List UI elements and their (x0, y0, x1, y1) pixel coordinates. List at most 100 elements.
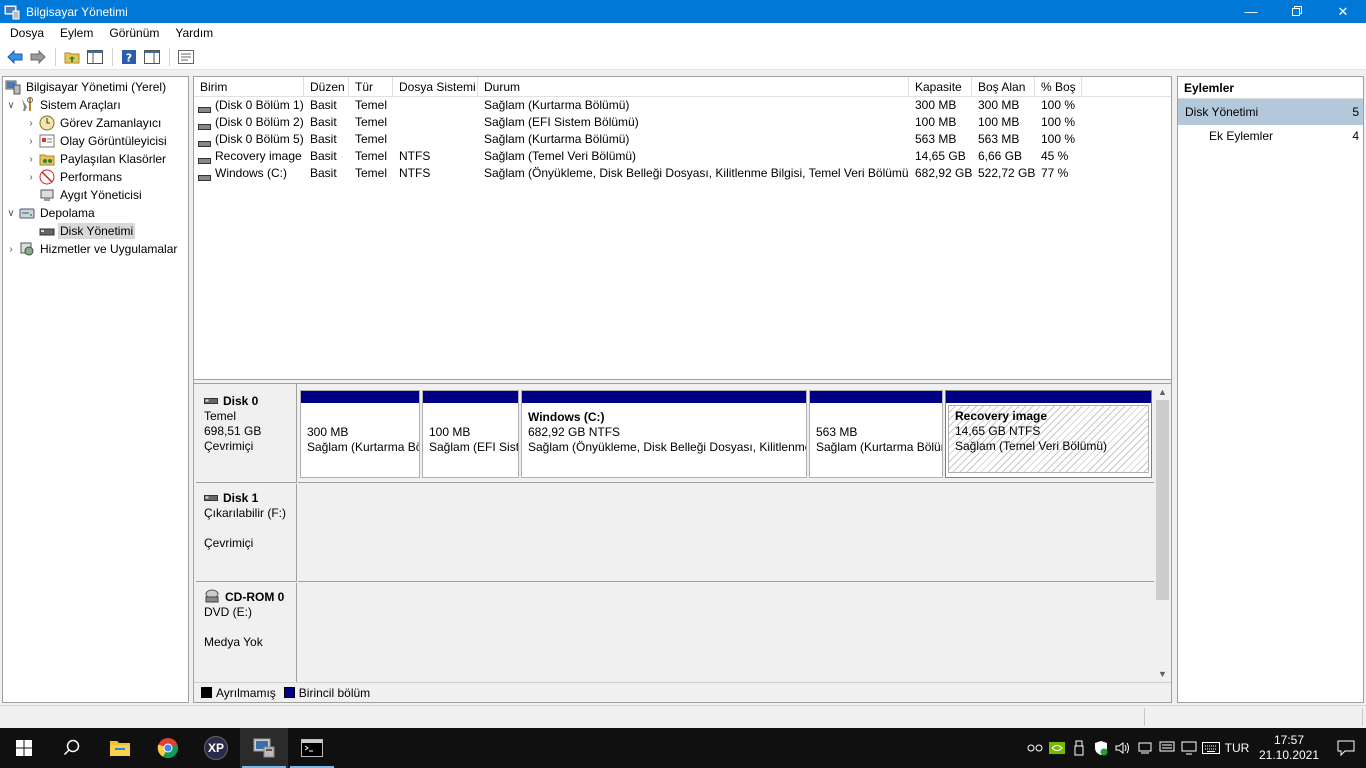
column-header-yuzde-bos[interactable]: % Boş (1035, 77, 1082, 97)
volume-percent-free: 100 % (1041, 115, 1076, 129)
chevron-right-icon[interactable]: › (25, 136, 37, 147)
taskbar-xp-app[interactable]: XP (192, 728, 240, 768)
volume-name: (Disk 0 Bölüm 1) (215, 98, 304, 112)
menu-yardim[interactable]: Yardım (167, 23, 221, 44)
partition-size: 100 MB (429, 425, 471, 439)
disk-label-disk1[interactable]: Disk 1 Çıkarılabilir (F:) Çevrimiçi (196, 484, 297, 582)
column-header-tur[interactable]: Tür (349, 77, 393, 97)
table-row[interactable]: Recovery image Basit Temel NTFS Sağlam (… (194, 148, 1171, 165)
volume-capacity: 682,92 GB (915, 166, 972, 180)
clock-date: 21.10.2021 (1258, 748, 1320, 762)
tree-node-task-scheduler[interactable]: › Görev Zamanlayıcı (25, 114, 163, 132)
table-row[interactable]: (Disk 0 Bölüm 1) Basit Temel Sağlam (Kur… (194, 97, 1171, 114)
column-header-kapasite[interactable]: Kapasite (909, 77, 972, 97)
scroll-up-icon[interactable]: ▲ (1154, 384, 1171, 400)
menu-dosya[interactable]: Dosya (0, 23, 52, 44)
volume-capacity: 100 MB (915, 115, 957, 129)
up-folder-button[interactable] (61, 46, 83, 68)
chevron-right-icon[interactable]: › (25, 118, 37, 129)
tray-monitor-icon[interactable] (1178, 728, 1200, 768)
tree-label-event-viewer: Olay Görüntüleyicisi (60, 134, 167, 148)
taskbar-file-explorer[interactable] (96, 728, 144, 768)
properties-button[interactable] (175, 46, 197, 68)
chevron-down-icon[interactable]: ∨ (5, 208, 17, 219)
clock[interactable]: 17:57 21.10.2021 (1252, 733, 1326, 763)
show-hide-action-pane-icon (144, 49, 160, 64)
tree-node-system-tools[interactable]: ∨ Sistem Araçları (5, 96, 123, 114)
partition-block[interactable]: 300 MB Sağlam (Kurtarma Bölümü) (300, 390, 420, 478)
restore-button[interactable] (1274, 0, 1320, 23)
tray-display-icon[interactable] (1156, 728, 1178, 768)
partition-block[interactable]: 563 MB Sağlam (Kurtarma Bölümü) (809, 390, 943, 478)
cdrom0-area (298, 583, 1154, 682)
tree-node-storage[interactable]: ∨ Depolama (5, 204, 97, 222)
minimize-button[interactable]: — (1228, 0, 1274, 23)
show-hide-tree-button[interactable] (84, 46, 106, 68)
actions-more[interactable]: Ek Eylemler 4 (1178, 125, 1363, 147)
tray-keyboard-icon[interactable] (1200, 728, 1222, 768)
tree-node-shared-folders[interactable]: › Paylaşılan Klasörler (25, 150, 168, 168)
start-button[interactable] (0, 728, 48, 768)
volume-list: Birim Düzen Tür Dosya Sistemi Durum Kapa… (194, 77, 1171, 379)
volume-type: Temel (355, 98, 388, 112)
volume-percent-free: 100 % (1041, 132, 1076, 146)
tree-node-event-viewer[interactable]: › Olay Görüntüleyicisi (25, 132, 169, 150)
volume-status: Sağlam (Temel Veri Bölümü) (484, 149, 637, 163)
help-button[interactable]: ? (118, 46, 140, 68)
tree-label-services-apps: Hizmetler ve Uygulamalar (40, 242, 178, 256)
column-header-durum[interactable]: Durum (478, 77, 909, 97)
table-row[interactable]: Windows (C:) Basit Temel NTFS Sağlam (Ön… (194, 165, 1171, 182)
scroll-down-icon[interactable]: ▼ (1154, 666, 1171, 682)
volume-status: Sağlam (EFI Sistem Bölümü) (484, 115, 639, 129)
input-language[interactable]: TUR (1222, 741, 1252, 755)
partition-block-selected[interactable]: Recovery image 14,65 GB NTFS Sağlam (Tem… (945, 390, 1152, 478)
menu-gorunum[interactable]: Görünüm (101, 23, 167, 44)
column-header-dosya-sistemi[interactable]: Dosya Sistemi (393, 77, 478, 97)
volume-status: Sağlam (Kurtarma Bölümü) (484, 132, 630, 146)
close-button[interactable]: ✕ (1320, 0, 1366, 23)
volume-free-space: 6,66 GB (978, 149, 1023, 163)
tray-link-icon[interactable] (1024, 728, 1046, 768)
disk-label-cdrom0[interactable]: CD-ROM 0 DVD (E:) Medya Yok (196, 583, 297, 682)
chevron-right-icon[interactable]: › (5, 244, 17, 255)
tree-node-performance[interactable]: › Performans (25, 168, 124, 186)
tray-network-icon[interactable] (1134, 728, 1156, 768)
tray-defender-shield-icon[interactable] (1090, 728, 1112, 768)
menu-eylem[interactable]: Eylem (52, 23, 101, 44)
column-header-bos-alan[interactable]: Boş Alan (972, 77, 1035, 97)
tray-volume-icon[interactable] (1112, 728, 1134, 768)
windows-start-icon (16, 740, 32, 756)
scroll-thumb[interactable] (1156, 400, 1169, 600)
volume-filesystem: NTFS (399, 166, 431, 180)
properties-icon (178, 49, 194, 64)
table-row[interactable]: (Disk 0 Bölüm 2) Basit Temel Sağlam (EFI… (194, 114, 1171, 131)
tree-node-disk-management[interactable]: Disk Yönetimi (25, 222, 136, 240)
column-header-duzen[interactable]: Düzen (304, 77, 349, 97)
partition-block[interactable]: Windows (C:) 682,92 GB NTFS Sağlam (Önyü… (521, 390, 807, 478)
column-header-birim[interactable]: Birim (194, 77, 304, 97)
disk-label-disk0[interactable]: Disk 0 Temel 698,51 GB Çevrimiçi (196, 384, 297, 483)
show-hide-action-pane-button[interactable] (141, 46, 163, 68)
table-row[interactable]: (Disk 0 Bölüm 5) Basit Temel Sağlam (Kur… (194, 131, 1171, 148)
taskbar-chrome[interactable] (144, 728, 192, 768)
tree-node-root[interactable]: Bilgisayar Yönetimi (Yerel) (5, 78, 168, 96)
tray-nvidia-icon[interactable] (1046, 728, 1068, 768)
help-icon: ? (122, 49, 136, 64)
notification-center-button[interactable] (1326, 740, 1366, 756)
partition-block[interactable]: 100 MB Sağlam (EFI Sistem Bölümü) (422, 390, 519, 478)
graph-scrollbar[interactable]: ▲ ▼ (1154, 384, 1171, 682)
actions-section-disk-management[interactable]: Disk Yönetimi 5 (1178, 99, 1363, 125)
chevron-right-icon[interactable]: › (25, 154, 37, 165)
tree-node-services-apps[interactable]: › Hizmetler ve Uygulamalar (5, 240, 179, 258)
show-hide-tree-icon (87, 49, 103, 64)
chevron-right-icon[interactable]: › (25, 172, 37, 183)
search-button[interactable] (48, 728, 96, 768)
tree-node-device-manager[interactable]: Aygıt Yöneticisi (25, 186, 144, 204)
chevron-down-icon[interactable]: ∨ (5, 100, 17, 111)
search-icon (63, 739, 80, 756)
tray-usb-icon[interactable] (1068, 728, 1090, 768)
taskbar-computer-management[interactable] (240, 728, 288, 768)
taskbar-terminal[interactable] (288, 728, 336, 768)
forward-button[interactable] (27, 46, 49, 68)
back-button[interactable] (4, 46, 26, 68)
